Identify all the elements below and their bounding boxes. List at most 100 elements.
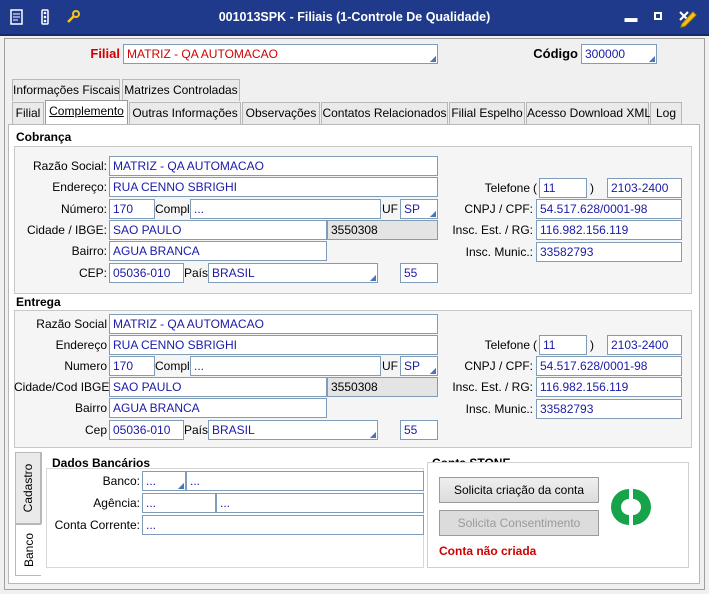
cob-bairro-label: Bairro: <box>71 244 107 258</box>
ent-pais-label: País <box>184 423 209 437</box>
ent-insc-munic-label: Insc. Munic.: <box>465 402 533 416</box>
cob-telefone-label: Telefone <box>484 181 530 195</box>
tab-contatos-relacionados[interactable]: Contatos Relacionados <box>321 102 448 124</box>
tab-outras-informacoes[interactable]: Outras Informações <box>129 102 241 124</box>
entrega-title: Entrega <box>16 295 61 309</box>
agencia-label: Agência: <box>93 496 140 510</box>
ent-bairro-field[interactable]: AGUA BRANCA <box>109 398 327 418</box>
cob-pais-field[interactable]: BRASIL ◢ <box>208 263 378 283</box>
conta-status: Conta não criada <box>439 544 537 558</box>
ent-cidade-label: Cidade/Cod IBGE <box>14 380 110 394</box>
minimize-button[interactable] <box>649 9 667 27</box>
codigo-field[interactable]: 300000 ◢ <box>581 44 657 64</box>
agencia-code-field[interactable]: ... <box>142 493 216 513</box>
ent-uf-label: UF <box>382 359 398 373</box>
cob-numero-field[interactable]: 170 <box>109 199 155 219</box>
ent-cnpj-label: CNPJ / CPF: <box>464 359 533 373</box>
cob-cep-field[interactable]: 05036-010 <box>109 263 184 283</box>
side-tab-cadastro[interactable]: Cadastro <box>15 452 41 524</box>
cob-ibge-field: 3550308 <box>327 220 438 240</box>
filial-field[interactable]: MATRIZ - QA AUTOMACAO ◢ <box>123 44 438 64</box>
cob-bairro-field[interactable]: AGUA BRANCA <box>109 241 327 261</box>
ent-cep-label: Cep <box>84 423 107 437</box>
banco-name-field[interactable]: ... <box>186 471 424 491</box>
lookup-icon: ◢ <box>177 481 184 490</box>
stone-logo-icon <box>610 486 652 528</box>
tab-filial-espelho[interactable]: Filial Espelho <box>449 102 525 124</box>
pencil-icon[interactable] <box>678 8 700 28</box>
ent-uf-value: SP <box>404 359 421 373</box>
cob-cep-label: CEP: <box>78 266 107 280</box>
ent-cep-field[interactable]: 05036-010 <box>109 420 184 440</box>
cob-endereco-label: Endereço: <box>52 180 107 194</box>
cobranca-title: Cobrança <box>16 130 72 144</box>
cob-endereco-field[interactable]: RUA CENNO SBRIGHI <box>109 177 438 197</box>
tab-acesso-download-xml[interactable]: Acesso Download XML <box>526 102 651 124</box>
tab-matrizes-controladas[interactable]: Matrizes Controladas <box>122 79 240 101</box>
lookup-icon: ◢ <box>369 430 376 439</box>
title-bar: 001013SPK - Filiais (1-Controle De Quali… <box>0 0 709 36</box>
ent-ddd-field[interactable]: 11 <box>539 335 587 355</box>
ent-numero-label: Numero <box>64 359 107 373</box>
cob-uf-field[interactable]: SP ◢ <box>400 199 438 219</box>
cob-pais-label: País <box>184 266 209 280</box>
ent-compl-field[interactable]: ... <box>190 356 381 376</box>
banco-label: Banco: <box>102 474 140 488</box>
ent-telefone-label: Telefone <box>484 338 530 352</box>
ent-pais-field[interactable]: BRASIL ◢ <box>208 420 378 440</box>
banco-code-value: ... <box>146 474 157 488</box>
ent-cidade-field[interactable]: SAO PAULO <box>109 377 327 397</box>
cob-telefone-field[interactable]: 2103-2400 <box>607 178 682 198</box>
ent-cnpj-field[interactable]: 54.517.628/0001-98 <box>536 356 682 376</box>
cob-razao-field[interactable]: MATRIZ - QA AUTOMACAO <box>109 156 438 176</box>
tab-informacoes-fiscais[interactable]: Informações Fiscais <box>12 79 120 101</box>
ent-insc-est-field[interactable]: 116.982.156.119 <box>536 377 682 397</box>
solicita-consentimento-button[interactable]: Solicita Consentimento <box>439 510 599 536</box>
ent-insc-est-label: Insc. Est. / RG: <box>452 380 533 394</box>
cob-cidade-field[interactable]: SAO PAULO <box>109 220 327 240</box>
cob-pais-code-field[interactable]: 55 <box>400 263 438 283</box>
cob-ddd-field[interactable]: 11 <box>539 178 587 198</box>
paren-close: ) <box>590 181 594 195</box>
lookup-icon: ◢ <box>429 54 436 63</box>
tab-complemento[interactable]: Complemento <box>45 100 128 124</box>
menu-button[interactable]: ▬ <box>622 9 640 27</box>
ent-telefone-field[interactable]: 2103-2400 <box>607 335 682 355</box>
ent-razao-field[interactable]: MATRIZ - QA AUTOMACAO <box>109 314 438 334</box>
cob-insc-munic-label: Insc. Munic.: <box>465 245 533 259</box>
cob-uf-value: SP <box>404 202 421 216</box>
agencia-name-field[interactable]: ... <box>216 493 424 513</box>
cob-cnpj-label: CNPJ / CPF: <box>464 202 533 216</box>
banco-code-field[interactable]: ... ◢ <box>142 471 186 491</box>
ent-numero-field[interactable]: 170 <box>109 356 155 376</box>
filial-value: MATRIZ - QA AUTOMACAO <box>127 47 278 61</box>
ent-compl-label: Compl. <box>155 359 194 373</box>
codigo-value: 300000 <box>585 47 626 61</box>
codigo-label: Código <box>533 46 578 61</box>
lookup-icon: ◢ <box>369 273 376 282</box>
cob-numero-label: Número: <box>60 202 107 216</box>
cob-compl-field[interactable]: ... <box>190 199 381 219</box>
tab-observacoes[interactable]: Observações <box>242 102 320 124</box>
side-tab-banco-label: Banco <box>21 532 36 568</box>
lookup-icon: ◢ <box>429 366 436 375</box>
ent-uf-field[interactable]: SP ◢ <box>400 356 438 376</box>
cob-cidade-label: Cidade / IBGE: <box>26 223 107 237</box>
ent-insc-munic-field[interactable]: 33582793 <box>536 399 682 419</box>
ent-endereco-field[interactable]: RUA CENNO SBRIGHI <box>109 335 438 355</box>
cob-insc-munic-field[interactable]: 33582793 <box>536 242 682 262</box>
tab-complemento-label: Complemento <box>49 104 124 118</box>
side-tab-cadastro-label: Cadastro <box>21 463 35 513</box>
cob-razao-label: Razão Social: <box>32 159 107 173</box>
tab-filial[interactable]: Filial <box>12 102 44 124</box>
solicita-criacao-button[interactable]: Solicita criação da conta <box>439 477 599 503</box>
lookup-icon: ◢ <box>648 54 655 63</box>
side-tab-banco[interactable]: Banco <box>15 524 41 576</box>
ent-bairro-label: Bairro <box>74 401 107 415</box>
tab-log[interactable]: Log <box>650 102 682 124</box>
ent-pais-code-field[interactable]: 55 <box>400 420 438 440</box>
cob-cnpj-field[interactable]: 54.517.628/0001-98 <box>536 199 682 219</box>
cob-insc-est-field[interactable]: 116.982.156.119 <box>536 220 682 240</box>
conta-field[interactable]: ... <box>142 515 424 535</box>
divider <box>41 452 42 524</box>
